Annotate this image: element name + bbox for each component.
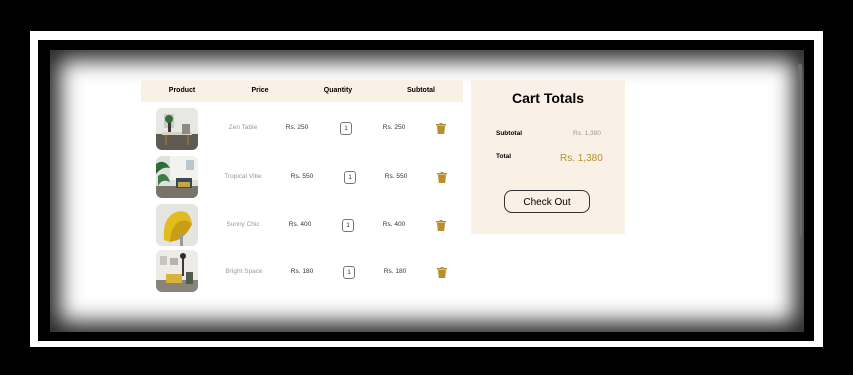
checkout-button[interactable]: Check Out [504, 190, 590, 213]
item-price: Rs. 250 [285, 124, 309, 131]
cart-totals-panel: Cart Totals Subtotal Rs. 1,380 Total Rs.… [471, 80, 625, 234]
item-price: Rs. 400 [288, 221, 312, 228]
item-subtotal: Rs. 550 [384, 173, 408, 180]
header-subtotal: Subtotal [407, 87, 435, 94]
cart-row-bright-space: Bright Space Rs. 180 1 Rs. 180 [50, 250, 530, 294]
item-price: Rs. 180 [290, 268, 314, 275]
tropical-vibe-thumbnail-icon[interactable] [156, 156, 198, 198]
item-name: Zen Table [228, 124, 258, 131]
cart-table-header: Product Price Quantity Subtotal [141, 80, 463, 102]
header-quantity: Quantity [323, 87, 353, 94]
subtotal-label: Subtotal [496, 130, 522, 137]
cart-row-zen-table: Zen Table Rs. 250 1 Rs. 250 [50, 108, 530, 152]
bright-space-thumbnail-icon[interactable] [156, 250, 198, 292]
trash-icon[interactable] [436, 123, 446, 134]
zen-table-thumbnail-icon[interactable] [156, 108, 198, 150]
trash-icon[interactable] [437, 267, 447, 278]
item-subtotal: Rs. 180 [383, 268, 407, 275]
sunny-chic-thumbnail-icon[interactable] [156, 204, 198, 246]
quantity-input[interactable]: 1 [342, 219, 354, 232]
cart-row-sunny-chic: Sunny Chic Rs. 400 1 Rs. 400 [50, 204, 530, 248]
trash-icon[interactable] [436, 220, 446, 231]
item-subtotal: Rs. 400 [382, 221, 406, 228]
item-subtotal: Rs. 250 [382, 124, 406, 131]
total-label: Total [496, 153, 512, 160]
item-name: Bright Space [225, 268, 263, 275]
trash-icon[interactable] [437, 172, 447, 183]
quantity-input[interactable]: 1 [340, 122, 352, 135]
item-price: Rs. 550 [290, 173, 314, 180]
cart-totals-title: Cart Totals [511, 90, 585, 106]
header-product: Product [168, 87, 196, 94]
quantity-input[interactable]: 1 [343, 266, 355, 279]
vertical-scrollbar[interactable] [798, 64, 802, 236]
item-name: Tropical Vibe [224, 173, 262, 180]
header-price: Price [251, 87, 269, 94]
item-name: Sunny Chic [226, 221, 260, 228]
total-value: Rs. 1,380 [560, 153, 603, 164]
page-viewport: Product Price Quantity Subtotal Zen Tabl… [50, 50, 804, 332]
quantity-input[interactable]: 1 [344, 171, 356, 184]
cart-row-tropical-vibe: Tropical Vibe Rs. 550 1 Rs. 550 [50, 156, 530, 200]
subtotal-value: Rs. 1,380 [573, 130, 601, 137]
